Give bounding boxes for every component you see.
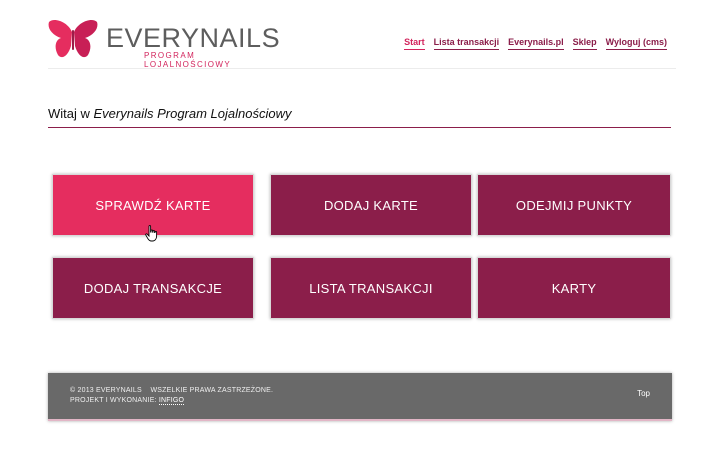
footer-credit-prefix: PROJEKT I WYKONANIE: bbox=[70, 397, 157, 404]
welcome-prefix: Witaj w bbox=[48, 106, 90, 121]
odejmij-punkty-button[interactable]: ODEJMIJ PUNKTY bbox=[477, 174, 671, 236]
hand-pointer-icon bbox=[145, 225, 158, 242]
footer-rights: WSZELKIE PRAWA ZASTRZEŻONE. bbox=[150, 387, 274, 394]
top-nav: Start Lista transakcji Everynails.pl Skl… bbox=[404, 37, 667, 50]
title-divider bbox=[48, 127, 671, 128]
nav-lista-transakcji[interactable]: Lista transakcji bbox=[433, 37, 500, 50]
back-to-top-link[interactable]: Top bbox=[637, 389, 650, 398]
footer-credit-line: PROJEKT I WYKONANIE: INFIGO bbox=[70, 397, 185, 405]
lista-transakcji-button[interactable]: LISTA TRANSAKCJI bbox=[270, 257, 472, 319]
butterfly-icon bbox=[48, 20, 98, 58]
footer: © 2013 EVERYNAILS WSZELKIE PRAWA ZASTRZE… bbox=[48, 373, 672, 421]
nav-start[interactable]: Start bbox=[404, 37, 425, 50]
footer-copyright-line: © 2013 EVERYNAILS WSZELKIE PRAWA ZASTRZE… bbox=[70, 387, 273, 394]
dodaj-transakcje-button[interactable]: DODAJ TRANSAKCJE bbox=[52, 257, 254, 319]
dodaj-karte-button[interactable]: DODAJ KARTE bbox=[270, 174, 472, 236]
brand-name: EVERYNAILS bbox=[106, 23, 281, 53]
nav-sklep[interactable]: Sklep bbox=[572, 37, 597, 50]
brand-subtitle: PROGRAM LOJALNOŚCIOWY bbox=[144, 51, 232, 69]
nav-wyloguj[interactable]: Wyloguj (cms) bbox=[605, 37, 667, 50]
welcome-program-name: Everynails Program Lojalnościowy bbox=[93, 106, 292, 121]
karty-button[interactable]: KARTY bbox=[477, 257, 671, 319]
nav-everynails-pl[interactable]: Everynails.pl bbox=[508, 37, 564, 50]
logo[interactable]: EVERYNAILS PROGRAM LOJALNOŚCIOWY bbox=[48, 18, 280, 69]
page-title: Witaj w Everynails Program Lojalnościowy bbox=[48, 106, 292, 122]
footer-copyright: © 2013 EVERYNAILS bbox=[70, 387, 142, 394]
footer-infigo-link[interactable]: INFIGO bbox=[158, 397, 185, 405]
header-divider bbox=[48, 68, 676, 69]
